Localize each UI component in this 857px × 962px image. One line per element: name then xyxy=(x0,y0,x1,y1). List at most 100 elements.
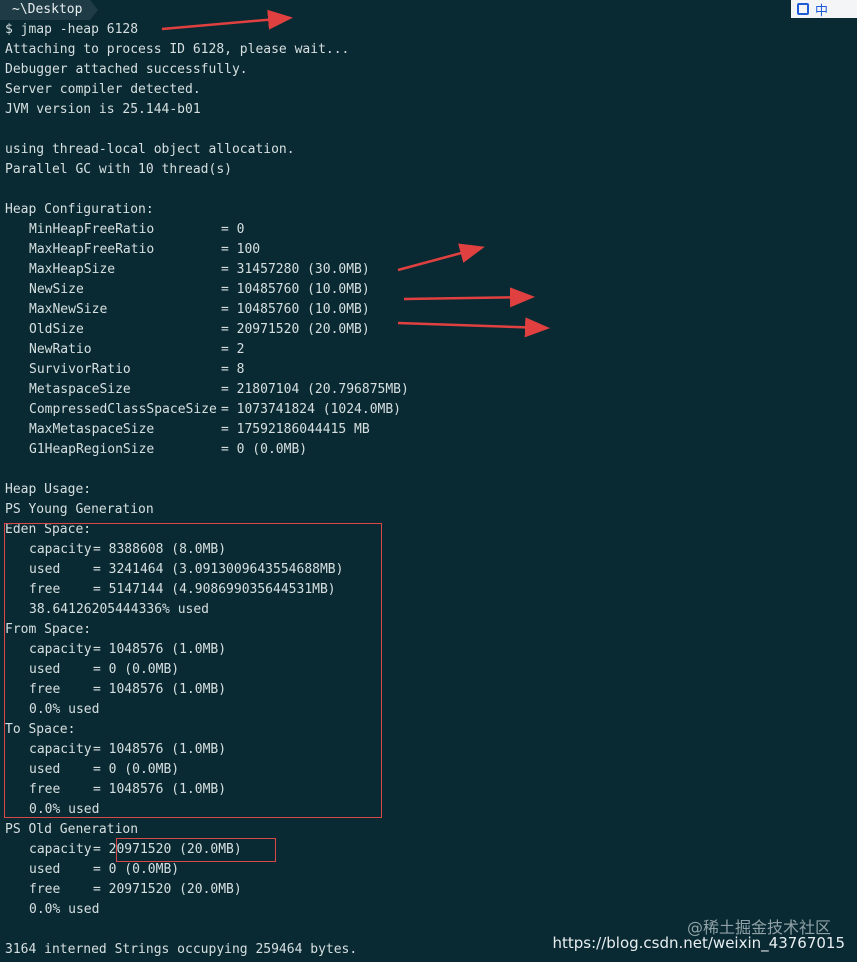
terminal-output[interactable]: $ jmap -heap 6128 Attaching to process I… xyxy=(5,0,855,960)
old-gen-key: capacity xyxy=(29,842,92,857)
heap-config-row: NewRatio = 2 xyxy=(5,340,855,360)
old-gen-value: = 20971520 (20.0MB) xyxy=(93,882,242,897)
heap-config-row: MaxNewSize = 10485760 (10.0MB) xyxy=(5,300,855,320)
heap-config-row: CompressedClassSpaceSize = 1073741824 (10… xyxy=(5,400,855,420)
heap-config-key: NewRatio xyxy=(29,342,92,357)
to-space-block: To Space: capacity = 1048576 (1.0MB) used = … xyxy=(5,720,855,820)
heap-config-row: MaxHeapSize = 31457280 (30.0MB) xyxy=(5,260,855,280)
output-line: Server compiler detected. xyxy=(5,82,201,97)
heap-config-key: CompressedClassSpaceSize xyxy=(29,402,217,417)
heap-usage-title: Heap Usage: xyxy=(5,482,92,497)
from-space-key: capacity xyxy=(29,642,92,657)
heap-config-key: MaxHeapSize xyxy=(29,262,116,277)
to-space-row: free = 1048576 (1.0MB) xyxy=(5,780,855,800)
to-space-value: = 1048576 (1.0MB) xyxy=(93,782,227,797)
heap-config-row: MetaspaceSize = 21807104 (20.796875MB) xyxy=(5,380,855,400)
heap-config-key: OldSize xyxy=(29,322,84,337)
heap-config-key: MaxNewSize xyxy=(29,302,108,317)
heap-config-key: G1HeapRegionSize xyxy=(29,442,155,457)
eden-space-key: capacity xyxy=(29,542,92,557)
young-gen-title: PS Young Generation xyxy=(5,502,154,517)
heap-config-value: = 17592186044415 MB xyxy=(221,422,370,437)
old-gen-row: free = 20971520 (20.0MB) xyxy=(5,880,855,900)
heap-config-value: = 0 (0.0MB) xyxy=(221,442,308,457)
from-space-value: = 0 (0.0MB) xyxy=(93,662,180,677)
old-gen-key: free xyxy=(29,882,61,897)
output-line: using thread-local object allocation. xyxy=(5,142,295,157)
heap-config-value: = 21807104 (20.796875MB) xyxy=(221,382,409,397)
heap-config-row: G1HeapRegionSize = 0 (0.0MB) xyxy=(5,440,855,460)
to-space-key: capacity xyxy=(29,742,92,757)
to-space-row: used = 0 (0.0MB) xyxy=(5,760,855,780)
heap-config-value: = 100 xyxy=(221,242,261,257)
from-space-row: capacity = 1048576 (1.0MB) xyxy=(5,640,855,660)
old-gen-block: PS Old Generation capacity = 20971520 (20.… xyxy=(5,820,855,920)
output-line: Parallel GC with 10 thread(s) xyxy=(5,162,232,177)
to-space-used-pct: 0.0% used xyxy=(29,802,100,817)
eden-space-block: Eden Space: capacity = 8388608 (8.0MB) used… xyxy=(5,520,855,620)
heap-config-key: SurvivorRatio xyxy=(29,362,131,377)
heap-config-value: = 1073741824 (1024.0MB) xyxy=(221,402,402,417)
output-line: JVM version is 25.144-b01 xyxy=(5,102,201,117)
heap-config-value: = 20971520 (20.0MB) xyxy=(221,322,370,337)
eden-space-row: capacity = 8388608 (8.0MB) xyxy=(5,540,855,560)
heap-config-value: = 8 xyxy=(221,362,245,377)
to-space-key: used xyxy=(29,762,61,777)
heap-config-list: MinHeapFreeRatio = 0 MaxHeapFreeRatio = 100… xyxy=(5,220,855,460)
heap-config-title: Heap Configuration: xyxy=(5,202,154,217)
from-space-title: From Space: xyxy=(5,622,92,637)
heap-config-value: = 10485760 (10.0MB) xyxy=(221,302,370,317)
heap-config-row: MinHeapFreeRatio = 0 xyxy=(5,220,855,240)
to-space-value: = 0 (0.0MB) xyxy=(93,762,180,777)
heap-config-value: = 31457280 (30.0MB) xyxy=(221,262,370,277)
heap-config-key: MaxHeapFreeRatio xyxy=(29,242,155,257)
from-space-row: used = 0 (0.0MB) xyxy=(5,660,855,680)
heap-config-key: NewSize xyxy=(29,282,84,297)
from-space-value: = 1048576 (1.0MB) xyxy=(93,682,227,697)
heap-config-row: OldSize = 20971520 (20.0MB) xyxy=(5,320,855,340)
to-space-title: To Space: xyxy=(5,722,76,737)
to-space-key: free xyxy=(29,782,61,797)
eden-space-key: used xyxy=(29,562,61,577)
eden-space-key: free xyxy=(29,582,61,597)
heap-config-key: MinHeapFreeRatio xyxy=(29,222,155,237)
heap-config-row: NewSize = 10485760 (10.0MB) xyxy=(5,280,855,300)
heap-config-key: MetaspaceSize xyxy=(29,382,131,397)
eden-space-title: Eden Space: xyxy=(5,522,92,537)
from-space-key: free xyxy=(29,682,61,697)
output-line: Debugger attached successfully. xyxy=(5,62,248,77)
old-gen-value: = 0 (0.0MB) xyxy=(93,862,180,877)
from-space-used-pct: 0.0% used xyxy=(29,702,100,717)
from-space-row: free = 1048576 (1.0MB) xyxy=(5,680,855,700)
heap-config-value: = 0 xyxy=(221,222,245,237)
eden-space-used-pct: 38.64126205444336% used xyxy=(29,602,210,617)
old-gen-row: used = 0 (0.0MB) xyxy=(5,860,855,880)
to-space-value: = 1048576 (1.0MB) xyxy=(93,742,227,757)
from-space-block: From Space: capacity = 1048576 (1.0MB) used… xyxy=(5,620,855,720)
output-line: Attaching to process ID 6128, please wai… xyxy=(5,42,350,57)
from-space-key: used xyxy=(29,662,61,677)
intro-block: Attaching to process ID 6128, please wai… xyxy=(5,40,855,200)
heap-config-key: MaxMetaspaceSize xyxy=(29,422,155,437)
heap-config-row: SurvivorRatio = 8 xyxy=(5,360,855,380)
heap-config-row: MaxHeapFreeRatio = 100 xyxy=(5,240,855,260)
heap-config-value: = 10485760 (10.0MB) xyxy=(221,282,370,297)
old-gen-row: capacity = 20971520 (20.0MB) xyxy=(5,840,855,860)
old-gen-key: used xyxy=(29,862,61,877)
eden-space-value: = 3241464 (3.0913009643554688MB) xyxy=(93,562,344,577)
old-gen-title: PS Old Generation xyxy=(5,822,139,837)
eden-space-row: free = 5147144 (4.908699035644531MB) xyxy=(5,580,855,600)
eden-space-value: = 8388608 (8.0MB) xyxy=(93,542,227,557)
command-line: $ jmap -heap 6128 xyxy=(5,22,139,37)
eden-space-row: used = 3241464 (3.0913009643554688MB) xyxy=(5,560,855,580)
heap-config-value: = 2 xyxy=(221,342,245,357)
watermark-url: https://blog.csdn.net/weixin_43767015 xyxy=(552,934,845,952)
eden-space-value: = 5147144 (4.908699035644531MB) xyxy=(93,582,336,597)
from-space-value: = 1048576 (1.0MB) xyxy=(93,642,227,657)
to-space-row: capacity = 1048576 (1.0MB) xyxy=(5,740,855,760)
heap-config-row: MaxMetaspaceSize = 17592186044415 MB xyxy=(5,420,855,440)
old-gen-value: = 20971520 (20.0MB) xyxy=(93,842,242,857)
